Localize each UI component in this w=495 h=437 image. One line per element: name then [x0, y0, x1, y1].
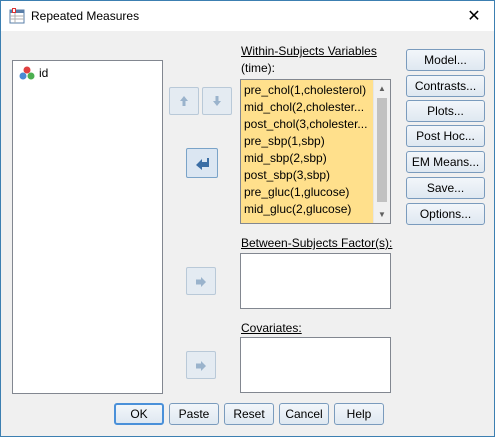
move-to-covariates-button[interactable] — [186, 351, 216, 379]
post-hoc-button[interactable]: Post Hoc... — [406, 125, 485, 147]
within-subjects-list[interactable]: pre_chol(1,cholesterol) mid_chol(2,chole… — [240, 79, 391, 224]
move-right-arrow-icon — [196, 361, 206, 371]
repeated-measures-app-icon — [9, 8, 25, 24]
window-title: Repeated Measures — [31, 9, 140, 23]
move-right-arrow-icon — [196, 277, 206, 287]
list-item[interactable]: post_sbp(3,sbp) — [244, 167, 372, 184]
move-up-button[interactable] — [169, 87, 199, 115]
within-label-factor: (time): — [241, 61, 275, 75]
covariates-label-text: Covariates: — [241, 321, 302, 335]
list-item[interactable]: mid_sbp(2,sbp) — [244, 150, 372, 167]
list-item[interactable]: pre_sbp(1,sbp) — [244, 133, 372, 150]
model-button[interactable]: Model... — [406, 49, 485, 71]
save-button[interactable]: Save... — [406, 177, 485, 199]
close-button[interactable]: ✕ — [454, 1, 494, 31]
list-item[interactable]: pre_gluc(1,glucose) — [244, 184, 372, 201]
list-item[interactable]: mid_gluc(2,glucose) — [244, 201, 372, 218]
paste-button[interactable]: Paste — [169, 403, 219, 425]
move-left-arrow-icon — [196, 158, 209, 170]
move-to-between-button[interactable] — [186, 267, 216, 295]
list-item[interactable]: id — [19, 65, 48, 81]
between-label: Between-Subjects Factor(s): — [241, 236, 392, 250]
move-to-within-button[interactable] — [186, 148, 218, 178]
down-arrow-icon — [213, 96, 221, 106]
covariates-label: Covariates: — [241, 321, 302, 335]
up-arrow-icon — [180, 96, 188, 106]
within-label: Within-Subjects Variables — [241, 44, 377, 58]
source-variable-list[interactable]: id — [12, 60, 163, 394]
em-means-button[interactable]: EM Means... — [406, 151, 485, 173]
within-label-text: Within-Subjects Variables — [241, 44, 377, 58]
repeated-measures-dialog: Repeated Measures ✕ id Within-Subjects V… — [0, 0, 495, 437]
between-label-text: Between-Subjects Factor(s): — [241, 236, 393, 250]
covariates-list[interactable] — [240, 337, 391, 393]
scrollbar-thumb[interactable] — [377, 98, 387, 202]
scroll-up-arrow-icon[interactable]: ▲ — [374, 80, 390, 97]
nominal-variable-icon — [19, 66, 35, 80]
move-down-button[interactable] — [202, 87, 232, 115]
help-button[interactable]: Help — [334, 403, 384, 425]
ok-button[interactable]: OK — [114, 403, 164, 425]
reset-button[interactable]: Reset — [224, 403, 274, 425]
scroll-down-arrow-icon[interactable]: ▼ — [374, 206, 390, 223]
between-subjects-list[interactable] — [240, 253, 391, 309]
within-scrollbar[interactable]: ▲ ▼ — [373, 80, 390, 223]
contrasts-button[interactable]: Contrasts... — [406, 75, 485, 97]
plots-button[interactable]: Plots... — [406, 100, 485, 122]
variable-label: id — [39, 66, 49, 80]
close-icon: ✕ — [467, 8, 481, 25]
title-bar: Repeated Measures ✕ — [1, 1, 494, 31]
list-item[interactable]: pre_chol(1,cholesterol) — [244, 82, 372, 99]
cancel-button[interactable]: Cancel — [279, 403, 329, 425]
list-item[interactable]: mid_chol(2,cholester... — [244, 99, 372, 116]
options-button[interactable]: Options... — [406, 203, 485, 225]
list-item[interactable]: post_chol(3,cholester... — [244, 116, 372, 133]
